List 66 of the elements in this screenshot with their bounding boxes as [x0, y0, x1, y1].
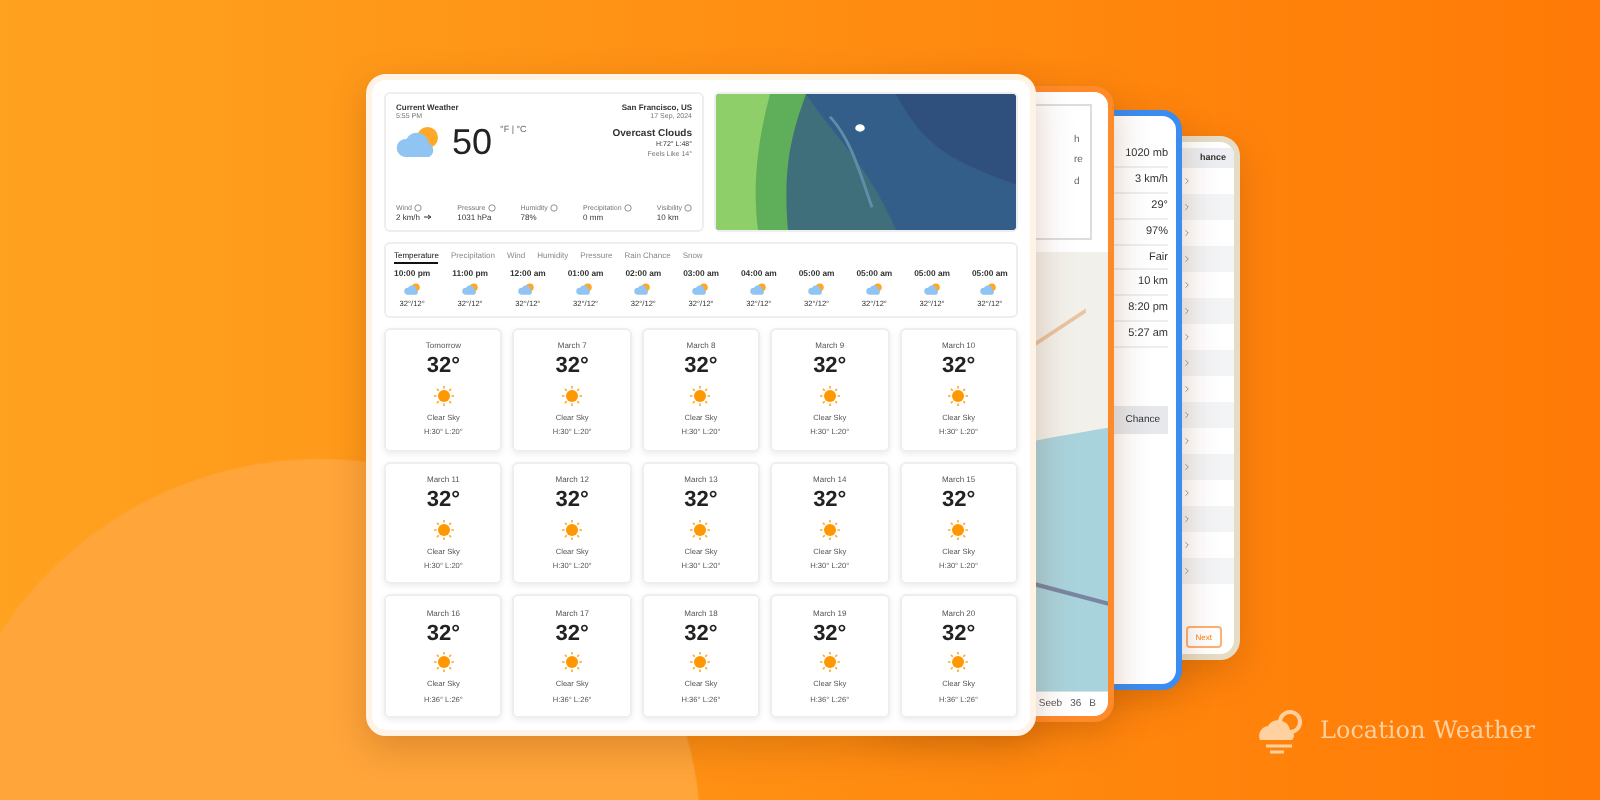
chevron-icon[interactable] — [1182, 487, 1192, 498]
cloud-sun-icon — [980, 282, 999, 297]
chevron-icon[interactable] — [1182, 227, 1192, 238]
chevron-icon[interactable] — [1182, 279, 1192, 290]
sun-icon — [817, 650, 842, 675]
day-temperature: 32° — [941, 489, 976, 512]
chevron-icon[interactable] — [1182, 175, 1192, 186]
info-icon — [487, 203, 496, 212]
info-icon — [549, 203, 558, 212]
day-temperature: 32° — [813, 489, 847, 512]
sun-icon — [946, 517, 971, 542]
cloud-sun-icon — [576, 282, 595, 297]
chevron-icon[interactable] — [1182, 305, 1192, 316]
cloud-sun-icon — [865, 282, 884, 297]
day-temperature: 32° — [684, 356, 718, 379]
day-temperature: 32° — [555, 489, 589, 512]
cloud-sun-icon — [923, 282, 942, 297]
day-temperature: 32° — [941, 623, 976, 646]
day-temperature: 32° — [555, 623, 589, 646]
cloud-sun-icon — [749, 282, 768, 297]
chevron-icon[interactable] — [1182, 253, 1192, 264]
chevron-icon[interactable] — [1182, 409, 1192, 420]
cloud-sun-icon — [403, 282, 422, 297]
sun-icon — [560, 384, 585, 409]
day-temperature: 32° — [555, 356, 589, 379]
day-temperature: 32° — [813, 356, 847, 379]
temperature-value: 50 — [452, 124, 493, 161]
cloud-sun-icon — [461, 282, 480, 297]
sun-icon — [688, 517, 713, 542]
cloud-sun-icon — [692, 282, 711, 297]
info-icon — [413, 203, 422, 212]
sun-icon — [946, 650, 971, 675]
day-temperature: 32° — [684, 489, 718, 512]
day-temperature: 32° — [426, 623, 461, 646]
sun-icon — [560, 517, 585, 542]
info-icon — [684, 203, 692, 212]
chevron-icon[interactable] — [1182, 357, 1192, 368]
sun-icon — [431, 517, 456, 542]
chevron-icon[interactable] — [1182, 201, 1192, 212]
info-icon — [623, 203, 632, 212]
sun-icon — [431, 384, 456, 409]
chevron-icon[interactable] — [1182, 539, 1192, 550]
sun-icon — [431, 650, 456, 675]
sun-icon — [817, 517, 842, 542]
cloud-sun-icon — [807, 282, 826, 297]
cloud-sun-icon — [634, 282, 653, 297]
day-temperature: 32° — [426, 489, 461, 512]
arrow-icon — [424, 214, 433, 220]
sun-icon — [688, 384, 713, 409]
brand-name: Location Weather — [1320, 716, 1535, 744]
sun-icon — [688, 650, 713, 675]
day-temperature: 32° — [941, 356, 976, 379]
sun-icon — [946, 384, 971, 409]
chevron-icon[interactable] — [1182, 565, 1192, 576]
cloud-sun-icon — [396, 124, 444, 161]
cloud-sun-icon — [518, 282, 537, 297]
sun-icon — [560, 650, 585, 675]
chevron-icon[interactable] — [1182, 461, 1192, 472]
chevron-icon[interactable] — [1182, 331, 1192, 342]
chevron-icon[interactable] — [1182, 383, 1192, 394]
day-temperature: 32° — [813, 623, 847, 646]
chevron-icon[interactable] — [1182, 513, 1192, 524]
sun-icon — [817, 384, 842, 409]
day-temperature: 32° — [684, 623, 718, 646]
day-temperature: 32° — [426, 356, 461, 379]
chevron-icon[interactable] — [1182, 435, 1192, 446]
